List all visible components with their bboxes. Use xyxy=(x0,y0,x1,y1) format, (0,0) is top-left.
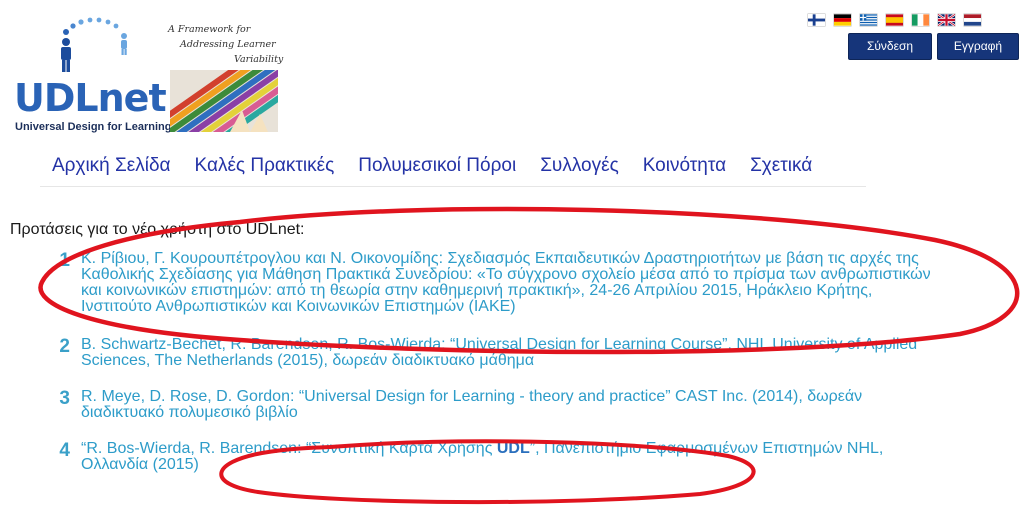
reference-link[interactable]: Κ. Ρίβιου, Γ. Κουρουπέτρογλου και Ν. Οικ… xyxy=(81,251,1011,315)
reference-line: Ινστιτούτο Ανθρωπιστικών και Κοινωνικών … xyxy=(81,298,516,315)
reference-bold-text: UDL xyxy=(496,440,530,457)
reference-text: ”, Πανεπιστήμιο Εφαρμοσμένων Επιστημών N… xyxy=(529,440,884,457)
reference-line: “R. Bos-Wierda, R. Barendsen: “Συνοπτική… xyxy=(81,441,1011,457)
list-item-number: 2 xyxy=(59,336,70,357)
reference-link[interactable]: “R. Bos-Wierda, R. Barendsen: “Συνοπτική… xyxy=(81,441,1011,473)
list-item-number: 1 xyxy=(59,250,70,271)
reference-line: Sciences, The Netherlands (2015), δωρεάν… xyxy=(81,352,535,369)
reference-text: “R. Bos-Wierda, R. Barendsen: “Συνοπτική… xyxy=(81,440,497,457)
reference-line: Κ. Ρίβιου, Γ. Κουρουπέτρογλου και Ν. Οικ… xyxy=(81,250,919,267)
reference-line: B. Schwartz-Bechet, R. Barendsen, R. Bos… xyxy=(81,336,918,353)
reference-line: διαδικτυακό πολυμεσικό βιβλίο xyxy=(81,404,298,421)
reference-line: και κοινωνικών επιστημών: από τη θεωρία … xyxy=(81,282,873,299)
list-item-number: 4 xyxy=(59,440,70,461)
reference-list: 1 Κ. Ρίβιου, Γ. Κουρουπέτρογλου και Ν. Ο… xyxy=(0,0,1024,511)
reference-line: R. Meye, D. Rose, D. Gordon: “Universal … xyxy=(81,388,863,405)
reference-line: Ολλανδία (2015) xyxy=(81,456,199,473)
list-item-number: 3 xyxy=(59,388,70,409)
reference-line: Καθολικής Σχεδίασης για Μάθηση Πρακτικά … xyxy=(81,266,931,283)
reference-link[interactable]: B. Schwartz-Bechet, R. Barendsen, R. Bos… xyxy=(81,337,1011,369)
reference-link[interactable]: R. Meye, D. Rose, D. Gordon: “Universal … xyxy=(81,389,1011,421)
